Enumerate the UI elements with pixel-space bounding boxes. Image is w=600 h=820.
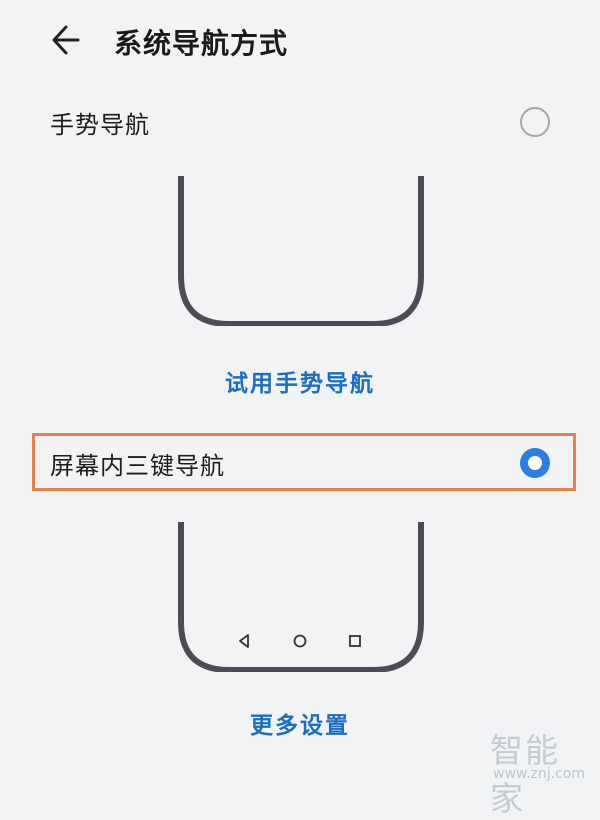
radio-three-key-navigation[interactable] — [520, 448, 550, 478]
try-gesture-navigation-link[interactable]: 试用手势导航 — [0, 364, 600, 398]
app-header: 系统导航方式 — [0, 0, 600, 80]
radio-gesture-navigation[interactable] — [520, 107, 550, 137]
arrow-left-icon — [52, 25, 80, 55]
watermark: 智能家 www.znj.com — [490, 724, 595, 818]
phone-outline-gesture-icon — [178, 176, 424, 326]
recents-square-icon — [349, 635, 361, 647]
back-triangle-icon — [239, 634, 249, 648]
option-label-three-key: 屏幕内三键导航 — [50, 452, 225, 480]
watermark-url: www.znj.com — [493, 766, 585, 782]
page-title: 系统导航方式 — [114, 27, 289, 60]
option-label-gesture: 手势导航 — [50, 111, 150, 139]
phone-outline-three-key-icon — [178, 522, 424, 672]
home-circle-icon — [293, 634, 307, 648]
option-gesture-navigation[interactable]: 手势导航 — [0, 92, 600, 152]
back-button[interactable] — [46, 20, 90, 60]
option-three-key-navigation[interactable]: 屏幕内三键导航 — [0, 433, 600, 493]
